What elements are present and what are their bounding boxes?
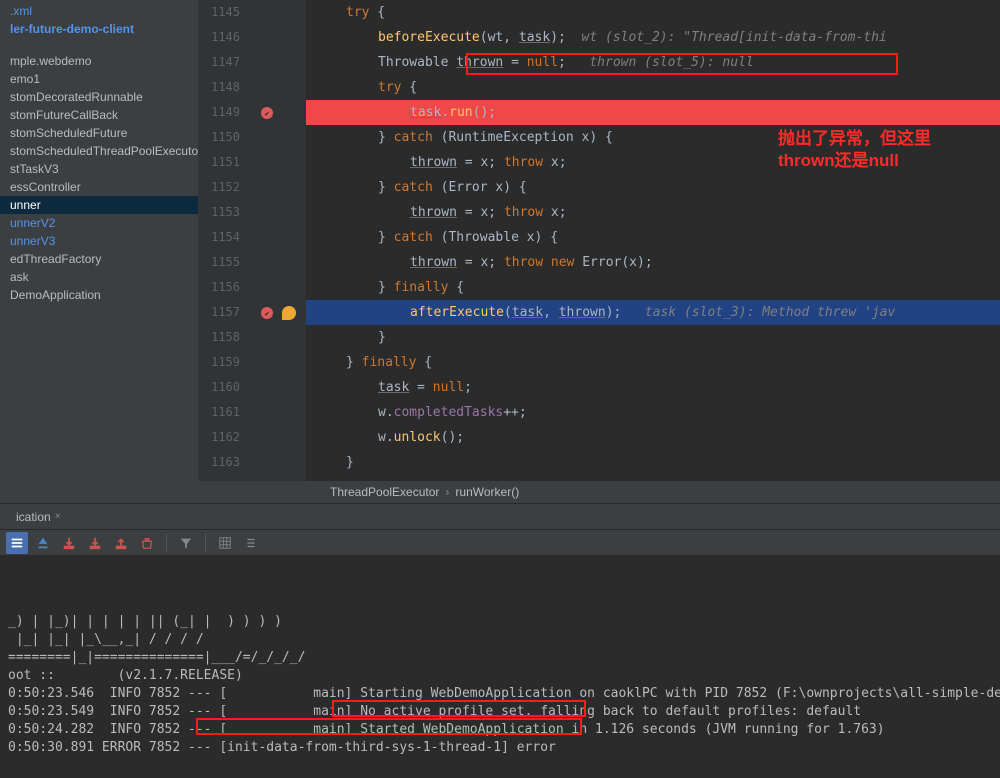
console-log-line: 0:50:24.282 INFO 7852 --- [ main] Starte…: [8, 721, 992, 739]
grid-button[interactable]: [214, 532, 236, 554]
line-number: 1155: [198, 250, 240, 275]
code-line-1163[interactable]: }: [306, 450, 1000, 475]
line-number: 1156: [198, 275, 240, 300]
line-number: 1149: [198, 100, 240, 125]
code-line-1149[interactable]: task.run();: [306, 100, 1000, 125]
code-line-1154[interactable]: } catch (Throwable x) {: [306, 225, 1000, 250]
clear-button[interactable]: [136, 532, 158, 554]
code-line-1145[interactable]: try {: [306, 0, 1000, 25]
tree-item-0[interactable]: .xml: [0, 2, 198, 20]
code-line-1155[interactable]: thrown = x; throw new Error(x);: [306, 250, 1000, 275]
code-line-1152[interactable]: } catch (Error x) {: [306, 175, 1000, 200]
code-line-1159[interactable]: } finally {: [306, 350, 1000, 375]
close-icon[interactable]: ×: [55, 511, 61, 522]
console-log-line: 0:50:23.546 INFO 7852 --- [ main] Starti…: [8, 685, 992, 703]
fold-gutter[interactable]: [276, 0, 306, 481]
code-line-1161[interactable]: w.completedTasks++;: [306, 400, 1000, 425]
list-button[interactable]: [240, 532, 262, 554]
project-tree[interactable]: .xmller-future-demo-client mple.webdemoem…: [0, 0, 198, 481]
console-line: ========|_|==============|___/=/_/_/_/: [8, 649, 992, 667]
tree-item-1[interactable]: ler-future-demo-client: [0, 20, 198, 38]
line-number: 1161: [198, 400, 240, 425]
console-log-line: 0:50:23.549 INFO 7852 --- [ main] No act…: [8, 703, 992, 721]
code-line-1156[interactable]: } finally {: [306, 275, 1000, 300]
soft-wrap-button[interactable]: [6, 532, 28, 554]
tree-item-5[interactable]: stomFutureCallBack: [0, 106, 198, 124]
annotation-text: 抛出了异常，但这里 thrown还是null: [778, 128, 931, 172]
breakpoint-gutter[interactable]: [258, 0, 276, 481]
tree-item-15[interactable]: DemoApplication: [0, 286, 198, 304]
toolbar-separator: [205, 534, 206, 552]
upload-button[interactable]: [110, 532, 132, 554]
console-log-line: 0:50:30.891 ERROR 7852 --- [init-data-fr…: [8, 739, 992, 757]
console-line: |_| |_| |_\__,_| / / / /: [8, 631, 992, 649]
tree-item-4[interactable]: stomDecoratedRunnable: [0, 88, 198, 106]
tree-item-3[interactable]: emo1: [0, 70, 198, 88]
line-number: 1146: [198, 25, 240, 50]
tree-item-12[interactable]: unnerV3: [0, 232, 198, 250]
toolbar-separator: [166, 534, 167, 552]
line-number: 1145: [198, 0, 240, 25]
tab-application[interactable]: ication ×: [8, 507, 69, 527]
annotation-line2: thrown还是null: [778, 150, 931, 172]
tree-item-10[interactable]: unner: [0, 196, 198, 214]
tree-item-13[interactable]: edThreadFactory: [0, 250, 198, 268]
console-line: oot :: (v2.1.7.RELEASE): [8, 667, 992, 685]
tree-item-9[interactable]: essController: [0, 178, 198, 196]
code-line-1148[interactable]: try {: [306, 75, 1000, 100]
chevron-right-icon: ›: [445, 485, 449, 499]
scroll-to-end-button[interactable]: [32, 532, 54, 554]
line-number: 1154: [198, 225, 240, 250]
tree-item-11[interactable]: unnerV2: [0, 214, 198, 232]
line-number: 1151: [198, 150, 240, 175]
code-editor[interactable]: 抛出了异常，但这里 thrown还是null try {beforeExecut…: [306, 0, 1000, 481]
tab-label: ication: [16, 510, 51, 524]
code-line-1157[interactable]: afterExecute(task, thrown); task (slot_3…: [306, 300, 1000, 325]
breadcrumb-bar[interactable]: ThreadPoolExecutor › runWorker(): [0, 481, 1000, 503]
line-number: 1162: [198, 425, 240, 450]
intention-bulb-icon[interactable]: [282, 306, 296, 320]
tree-item-14[interactable]: ask: [0, 268, 198, 286]
annotation-line1: 抛出了异常，但这里: [778, 128, 931, 150]
tree-item-8[interactable]: stTaskV3: [0, 160, 198, 178]
line-number: 1150: [198, 125, 240, 150]
download-button[interactable]: [58, 532, 80, 554]
code-line-1162[interactable]: w.unlock();: [306, 425, 1000, 450]
line-number: 1160: [198, 375, 240, 400]
line-number: 1159: [198, 350, 240, 375]
code-line-1146[interactable]: beforeExecute(wt, task); wt (slot_2): "T…: [306, 25, 1000, 50]
breakpoint-icon[interactable]: [261, 107, 273, 119]
line-number: 1157: [198, 300, 240, 325]
tree-item-2[interactable]: mple.webdemo: [0, 52, 198, 70]
code-line-1160[interactable]: task = null;: [306, 375, 1000, 400]
code-line-1158[interactable]: }: [306, 325, 1000, 350]
download-button-2[interactable]: [84, 532, 106, 554]
console-toolbar[interactable]: [0, 529, 1000, 555]
console-output[interactable]: _) | |_)| | | | | || (_| | ) ) ) ) |_| |…: [0, 555, 1000, 778]
code-line-1147[interactable]: Throwable thrown = null; thrown (slot_5)…: [306, 50, 1000, 75]
line-number: 1153: [198, 200, 240, 225]
line-number: 1158: [198, 325, 240, 350]
breakpoint-icon[interactable]: [261, 307, 273, 319]
tree-item-7[interactable]: stomScheduledThreadPoolExecuto: [0, 142, 198, 160]
line-number: 1147: [198, 50, 240, 75]
breadcrumb-class[interactable]: ThreadPoolExecutor: [330, 485, 439, 499]
code-line-1153[interactable]: thrown = x; throw x;: [306, 200, 1000, 225]
tree-item-6[interactable]: stomScheduledFuture: [0, 124, 198, 142]
filter-button[interactable]: [175, 532, 197, 554]
console-line: _) | |_)| | | | | || (_| | ) ) ) ): [8, 613, 992, 631]
tool-window-tabs[interactable]: ication ×: [0, 503, 1000, 529]
line-number-gutter: 1145114611471148114911501151115211531154…: [198, 0, 258, 481]
line-number: 1148: [198, 75, 240, 100]
line-number: 1163: [198, 450, 240, 475]
line-number: 1152: [198, 175, 240, 200]
breadcrumb-method[interactable]: runWorker(): [455, 485, 519, 499]
